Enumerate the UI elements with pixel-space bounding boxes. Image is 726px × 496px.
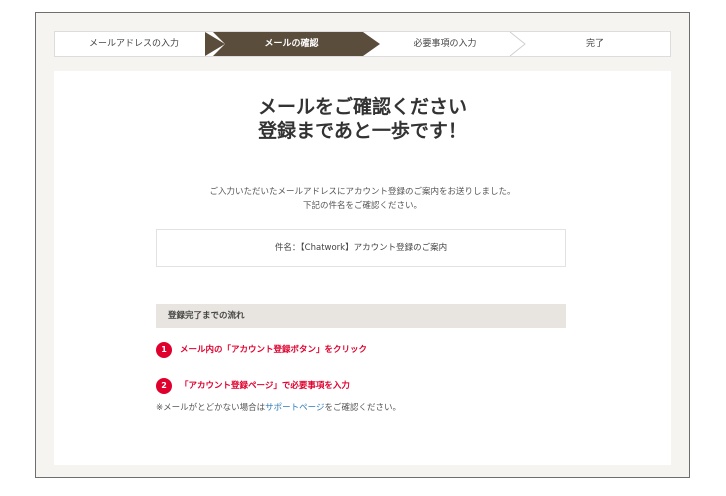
flow-step-2: 2 「アカウント登録ページ」で必要事項を入力 [156, 377, 350, 395]
step-number-badge: 2 [156, 377, 172, 394]
step-email-confirm: メールの確認 [264, 39, 319, 49]
message-line-2: 下記の件名をご確認ください。 [302, 201, 422, 211]
step-required-info: 必要事項の入力 [413, 39, 477, 49]
flow-step-text: メール内の「アカウント登録ボタン」をクリック [180, 345, 368, 355]
page-frame: メールアドレスの入力 メールの確認 必要事項の入力 完了 メールをご確認ください… [35, 12, 690, 478]
step-complete: 完了 [585, 39, 604, 49]
flow-step-text: 「アカウント登録ページ」で必要事項を入力 [180, 381, 350, 391]
message-line-1: ご入力いただいたメールアドレスにアカウント登録のご案内をお送りしました。 [209, 187, 516, 197]
support-page-link[interactable]: サポートページ [265, 403, 324, 413]
note-prefix: ※メールがとどかない場合は [156, 403, 266, 413]
main-card: メールをご確認ください 登録まであと一歩です！ ご入力いただいたメールアドレスに… [54, 71, 671, 465]
title-line-2: 登録まであと一歩です！ [258, 120, 467, 142]
page-title: メールをご確認ください 登録まであと一歩です！ [54, 95, 671, 143]
step-email-input: メールアドレスの入力 [88, 39, 179, 49]
note-suffix: をご確認ください。 [324, 403, 401, 413]
title-line-1: メールをご確認ください [257, 96, 467, 118]
support-note: ※メールがとどかない場合はサポートページをご確認ください。 [156, 401, 401, 415]
flow-step-1: 1 メール内の「アカウント登録ボタン」をクリック [156, 341, 367, 359]
progress-steps: メールアドレスの入力 メールの確認 必要事項の入力 完了 [54, 31, 671, 57]
confirmation-message: ご入力いただいたメールアドレスにアカウント登録のご案内をお送りしました。 下記の… [54, 185, 671, 213]
subject-box: 件名：【Chatwork】アカウント登録のご案内 [156, 229, 566, 267]
step-number-badge: 1 [156, 341, 172, 358]
flow-heading: 登録完了までの流れ [156, 304, 566, 328]
